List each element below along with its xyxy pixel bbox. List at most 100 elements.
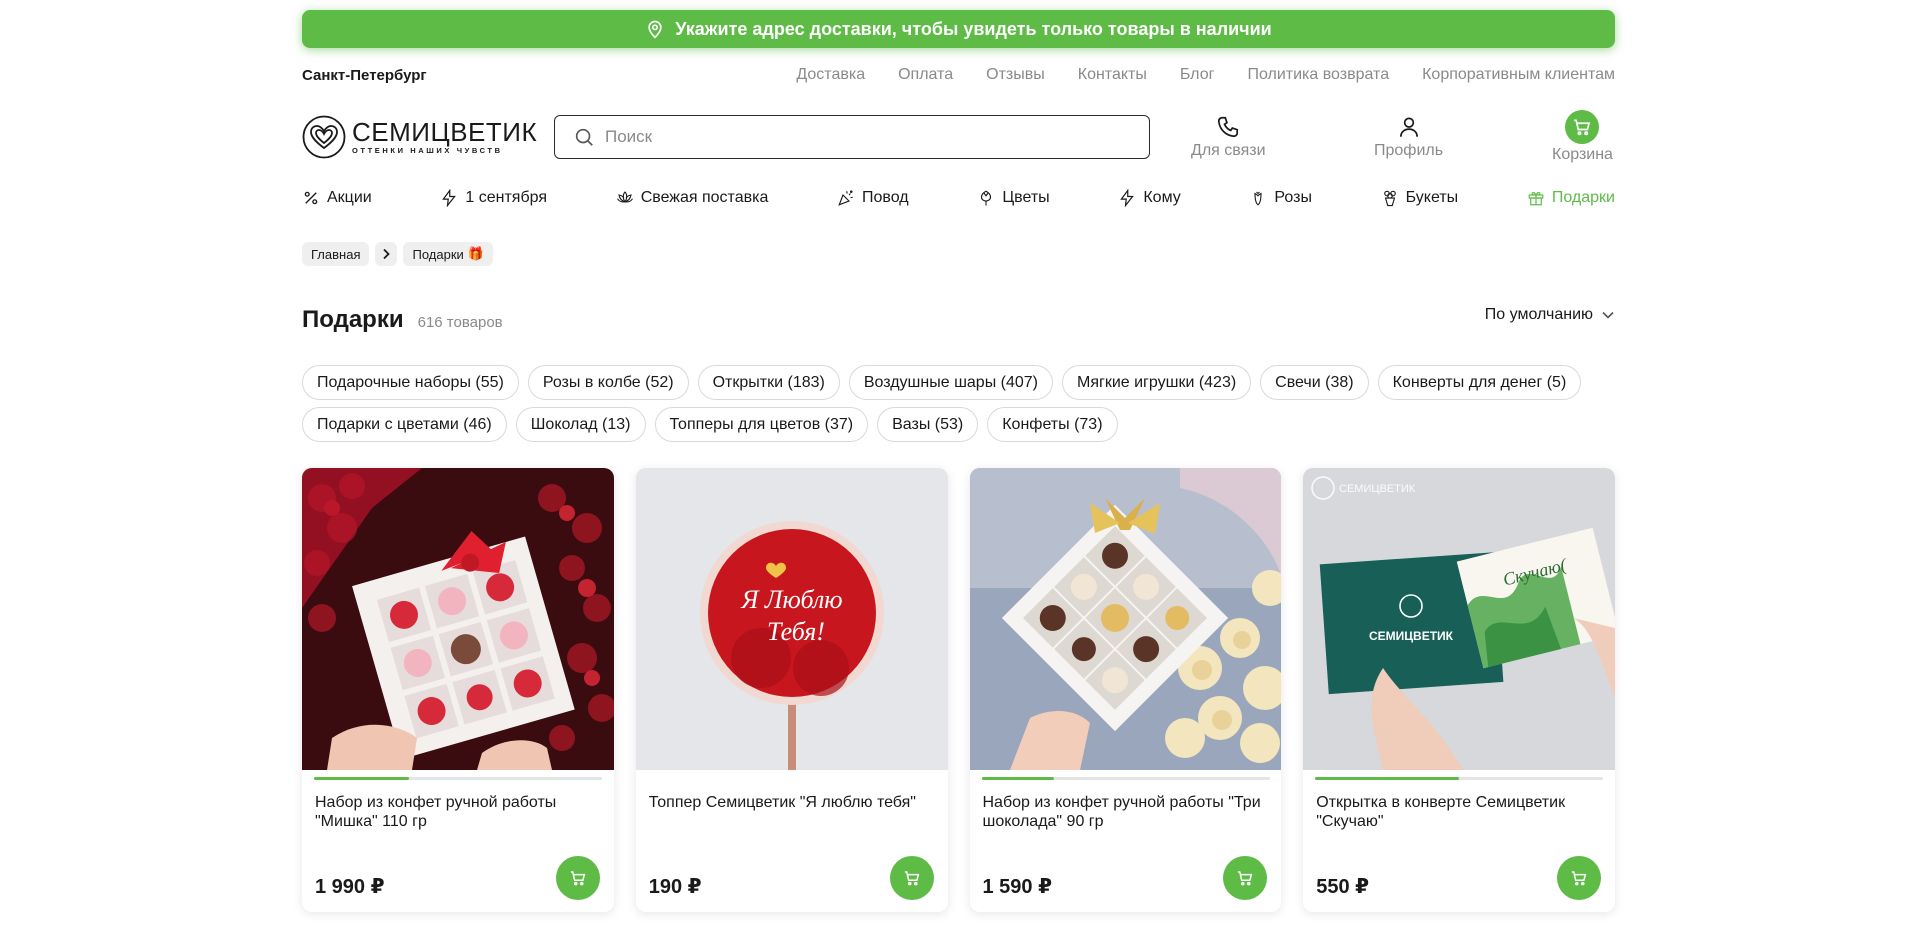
nav-label: 1 сентября [465,189,548,206]
breadcrumb: Главная Подарки 🎁 [302,242,493,266]
nav-item-occasion[interactable]: Повод [837,189,909,207]
banner-text: Укажите адрес доставки, чтобы увидеть то… [675,18,1272,39]
filter-chip[interactable]: Вазы (53) [877,407,979,442]
topper-text-line-2: Тебя! [767,617,825,646]
filter-chip[interactable]: Открытки (183) [697,365,840,400]
filter-chip[interactable]: Воздушные шары (407) [848,365,1053,400]
logo-name: СЕМИЦВЕТИК [352,117,538,147]
filter-chip[interactable]: Свечи (38) [1260,365,1369,400]
lightning-icon [1120,189,1135,207]
stock-progress-fill [1315,777,1460,780]
cart-icon [570,871,586,886]
product-name: Набор из конфет ручной работы "Три шокол… [982,794,1261,830]
product-name: Топпер Семицветик "Я люблю тебя" [648,794,916,811]
nav-item-september-1[interactable]: 1 сентября [440,189,547,207]
product-card[interactable]: Набор из конфет ручной работы "Мишка" 11… [302,468,614,912]
stock-progress-bar [1315,777,1604,780]
logo-heart-icon [302,115,346,159]
breadcrumb-home[interactable]: Главная [302,242,370,266]
product-name: Открытка в конверте Семицветик "Скучаю" [1316,794,1566,830]
bouquet-icon [1383,190,1396,207]
chevron-down-icon [1602,311,1614,319]
product-card[interactable]: Набор из конфет ручной работы "Три шокол… [969,468,1282,912]
filter-chip[interactable]: Конверты для денег (5) [1377,365,1582,400]
cart-icon [1238,871,1253,886]
rose-icon [1254,191,1262,206]
cart-button[interactable]: Корзина [1552,110,1613,164]
nav-item-gifts[interactable]: Подарки [1527,189,1615,207]
top-link-reviews[interactable]: Отзывы [986,66,1045,84]
sort-label: По умолчанию [1484,306,1593,323]
search-box[interactable] [554,115,1150,159]
filter-chips-row-1: Подарочные наборы (55) Розы в колбе (52)… [302,365,1615,400]
add-to-cart-button[interactable] [1557,856,1601,900]
cart-icon [1571,871,1587,886]
phone-icon [1218,116,1239,138]
chevron-right-icon [383,248,391,260]
breadcrumb-current-label: Подарки [412,246,464,262]
add-to-cart-button[interactable] [889,856,934,900]
nav-label: Акции [327,189,372,206]
envelope-text: СЕМИЦВЕТИК [1369,629,1454,643]
nav-label: Розы [1274,189,1312,206]
nav-item-roses[interactable]: Розы [1249,189,1312,207]
filter-chip[interactable]: Подарочные наборы (55) [302,365,519,400]
cart-icon [904,871,919,886]
profile-button[interactable]: Профиль [1374,114,1443,160]
nav-label: Повод [862,189,909,206]
add-to-cart-button[interactable] [1223,856,1268,900]
nav-label: Кому [1143,189,1181,206]
filter-chip[interactable]: Мягкие игрушки (423) [1062,365,1252,400]
top-link-payment[interactable]: Оплата [898,66,953,84]
filter-chip[interactable]: Подарки с цветами (46) [302,407,507,442]
breadcrumb-separator [375,242,398,266]
top-link-blog[interactable]: Блог [1180,66,1215,84]
contact-button[interactable]: Для связи [1191,114,1266,160]
header: СЕМИЦВЕТИК ОТТЕНКИ НАШИХ ЧУВСТВ Для связ… [302,110,1615,164]
product-card[interactable]: Я Люблю Тебя! Топпер Семицветик "Я люблю… [635,468,948,912]
search-input[interactable] [605,127,1125,147]
city-selector[interactable]: Санкт-Петербург [302,67,427,84]
party-icon [838,190,853,206]
topper-text-line-1: Я Люблю [740,585,842,614]
delivery-address-banner[interactable]: Укажите адрес доставки, чтобы увидеть то… [302,10,1615,48]
add-to-cart-button[interactable] [555,856,600,900]
cart-label: Корзина [1552,146,1613,163]
user-icon [1399,117,1418,137]
nav-item-flowers[interactable]: Цветы [977,189,1050,207]
top-link-corporate[interactable]: Корпоративным клиентам [1422,66,1615,84]
product-price: 550 ₽ [1316,876,1370,898]
product-image-mishka [302,468,614,770]
lotus-icon [616,191,633,203]
filter-chip[interactable]: Конфеты (73) [987,407,1118,442]
nav-label: Букеты [1405,189,1459,206]
nav-item-promotions[interactable]: Акции [302,189,372,207]
top-link-returns[interactable]: Политика возврата [1247,66,1389,84]
logo-tagline: ОТТЕНКИ НАШИХ ЧУВСТВ [352,146,503,155]
stock-progress-fill [314,777,410,780]
tulip-icon [981,190,992,206]
logo[interactable]: СЕМИЦВЕТИК ОТТЕНКИ НАШИХ ЧУВСТВ [302,115,537,159]
product-image-three-chocolates [969,468,1282,770]
product-grid: Набор из конфет ручной работы "Мишка" 11… [302,468,1615,912]
gift-emoji-icon: 🎁 [467,246,484,261]
product-count: 616 товаров [417,314,503,331]
filter-chip[interactable]: Шоколад (13) [515,407,646,442]
top-link-delivery[interactable]: Доставка [796,66,865,84]
sort-dropdown[interactable]: По умолчанию [1485,306,1615,324]
product-card[interactable]: СЕМИЦВЕТИК СЕМИЦВЕТИК Скучаю( Открытка в… [1303,468,1615,912]
contact-label: Для связи [1191,142,1266,159]
gift-icon [1528,192,1544,206]
top-link-contacts[interactable]: Контакты [1078,66,1147,84]
top-links: Доставка Оплата Отзывы Контакты Блог Пол… [796,66,1615,84]
nav-item-for-whom[interactable]: Кому [1118,189,1181,207]
category-nav: Акции 1 сентября Свежая поставка Повод Ц… [302,186,1615,210]
nav-item-bouquets[interactable]: Букеты [1381,189,1459,207]
stock-progress-fill [981,777,1054,780]
percent-icon [304,191,318,205]
lightning-icon [442,189,457,207]
stock-progress-bar [314,777,602,780]
nav-item-fresh-supply[interactable]: Свежая поставка [616,189,768,207]
filter-chip[interactable]: Топперы для цветов (37) [654,407,869,442]
filter-chip[interactable]: Розы в колбе (52) [527,365,689,400]
